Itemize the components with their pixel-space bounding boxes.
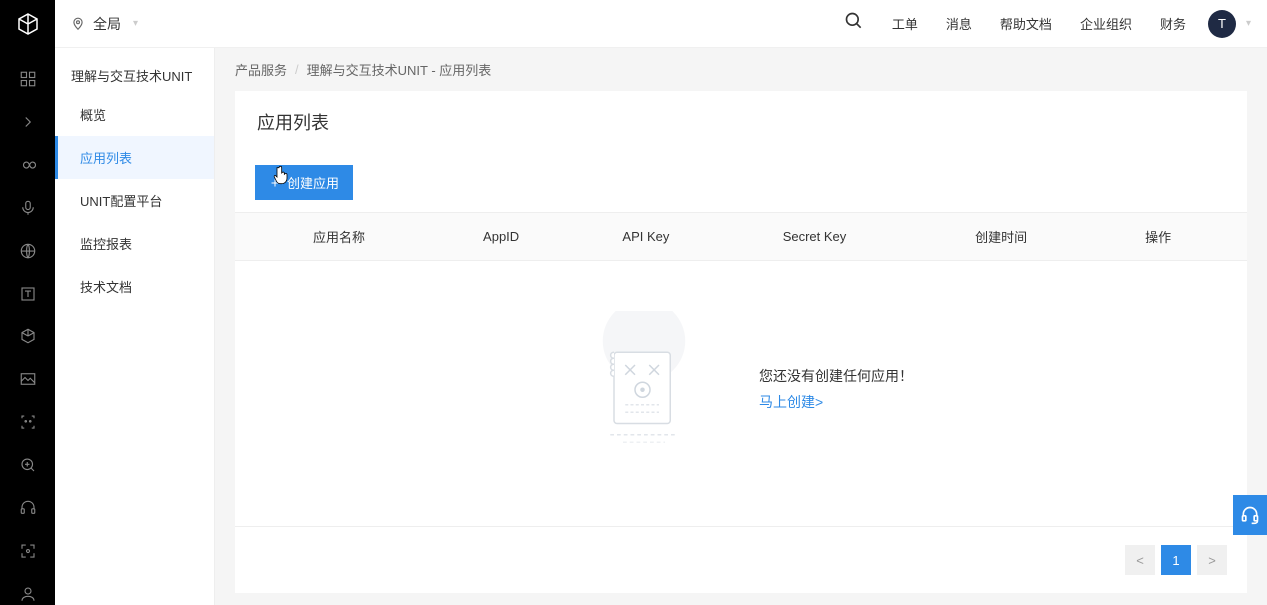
rail-infinity-icon[interactable] bbox=[16, 154, 40, 177]
rail-cube-icon[interactable] bbox=[16, 325, 40, 348]
col-blank bbox=[235, 213, 295, 261]
sidebar-item-applist[interactable]: 应用列表 bbox=[55, 136, 214, 179]
sidebar-item-label: 应用列表 bbox=[80, 151, 132, 166]
support-button[interactable] bbox=[1233, 495, 1267, 535]
page-1[interactable]: 1 bbox=[1161, 545, 1191, 575]
col-created: 创建时间 bbox=[957, 213, 1127, 261]
avatar: T bbox=[1208, 10, 1236, 38]
pagination: < 1 > bbox=[235, 526, 1247, 593]
col-name: 应用名称 bbox=[295, 213, 465, 261]
main-content: 产品服务 / 理解与交互技术UNIT - 应用列表 应用列表 创建应用 应用名称… bbox=[215, 48, 1267, 605]
nav-rail bbox=[0, 48, 55, 605]
breadcrumb-sep: / bbox=[295, 62, 299, 77]
rail-mic-icon[interactable] bbox=[16, 197, 40, 220]
empty-message: 您还没有创建任何应用！ bbox=[759, 366, 913, 386]
sidebar-item-label: 技术文档 bbox=[80, 280, 132, 295]
location-icon bbox=[71, 17, 85, 31]
nav-message[interactable]: 消息 bbox=[932, 0, 986, 48]
empty-illustration-icon bbox=[569, 311, 719, 466]
sidebar-item-overview[interactable]: 概览 bbox=[55, 93, 214, 136]
nav-help[interactable]: 帮助文档 bbox=[986, 0, 1066, 48]
nav-finance[interactable]: 财务 bbox=[1146, 0, 1200, 48]
panel: 创建应用 应用名称 AppID API Key Secret Key 创建时间 … bbox=[235, 153, 1247, 593]
sidebar-item-label: 监控报表 bbox=[80, 237, 132, 252]
rail-globe-icon[interactable] bbox=[16, 239, 40, 262]
sidebar-item-config[interactable]: UNIT配置平台 bbox=[55, 179, 214, 222]
breadcrumb-root[interactable]: 产品服务 bbox=[235, 60, 287, 79]
empty-create-link[interactable]: 马上创建> bbox=[759, 392, 913, 412]
logo[interactable] bbox=[0, 0, 55, 48]
sidebar-item-monitor[interactable]: 监控报表 bbox=[55, 222, 214, 265]
rail-expand-icon[interactable] bbox=[16, 111, 40, 134]
rail-apps-icon[interactable] bbox=[16, 68, 40, 91]
sidebar-item-label: 概览 bbox=[80, 108, 106, 123]
page-next[interactable]: > bbox=[1197, 545, 1227, 575]
col-secretkey: Secret Key bbox=[765, 213, 957, 261]
topbar: 全局 ▾ 工单 消息 帮助文档 企业组织 财务 T ▾ bbox=[0, 0, 1267, 48]
rail-text-icon[interactable] bbox=[16, 282, 40, 305]
chevron-down-icon: ▾ bbox=[133, 18, 138, 29]
plus-icon bbox=[269, 177, 281, 189]
empty-state: 您还没有创建任何应用！ 马上创建> bbox=[235, 261, 1247, 526]
col-apikey: API Key bbox=[604, 213, 764, 261]
sidebar: 理解与交互技术UNIT 概览 应用列表 UNIT配置平台 监控报表 技术文档 bbox=[55, 48, 215, 605]
search-button[interactable] bbox=[830, 11, 878, 36]
nav-org[interactable]: 企业组织 bbox=[1066, 0, 1146, 48]
region-selector[interactable]: 全局 ▾ bbox=[55, 14, 154, 34]
sidebar-item-docs[interactable]: 技术文档 bbox=[55, 265, 214, 308]
col-action: 操作 bbox=[1127, 213, 1247, 261]
rail-person-icon[interactable] bbox=[16, 582, 40, 605]
rail-headset-icon[interactable] bbox=[16, 496, 40, 519]
empty-text-block: 您还没有创建任何应用！ 马上创建> bbox=[759, 366, 913, 412]
page-title: 应用列表 bbox=[235, 91, 1247, 153]
sidebar-title: 理解与交互技术UNIT bbox=[55, 48, 214, 93]
create-app-label: 创建应用 bbox=[287, 173, 339, 192]
user-menu[interactable]: T ▾ bbox=[1200, 10, 1267, 38]
page-prev[interactable]: < bbox=[1125, 545, 1155, 575]
create-app-button[interactable]: 创建应用 bbox=[255, 165, 353, 200]
search-icon bbox=[844, 11, 864, 31]
rail-face-icon[interactable] bbox=[16, 411, 40, 434]
col-appid: AppID bbox=[465, 213, 604, 261]
nav-ticket[interactable]: 工单 bbox=[878, 0, 932, 48]
breadcrumb: 产品服务 / 理解与交互技术UNIT - 应用列表 bbox=[235, 48, 1247, 91]
headset-icon bbox=[1240, 505, 1260, 525]
chevron-down-icon: ▾ bbox=[1246, 18, 1251, 29]
rail-magnify-icon[interactable] bbox=[16, 454, 40, 477]
breadcrumb-current: 理解与交互技术UNIT - 应用列表 bbox=[307, 60, 492, 79]
sidebar-item-label: UNIT配置平台 bbox=[80, 194, 162, 209]
panel-toolbar: 创建应用 bbox=[235, 153, 1247, 213]
region-label: 全局 bbox=[93, 14, 121, 34]
rail-fullscreen-icon[interactable] bbox=[16, 539, 40, 562]
app-table: 应用名称 AppID API Key Secret Key 创建时间 操作 bbox=[235, 213, 1247, 261]
rail-image-icon[interactable] bbox=[16, 368, 40, 391]
